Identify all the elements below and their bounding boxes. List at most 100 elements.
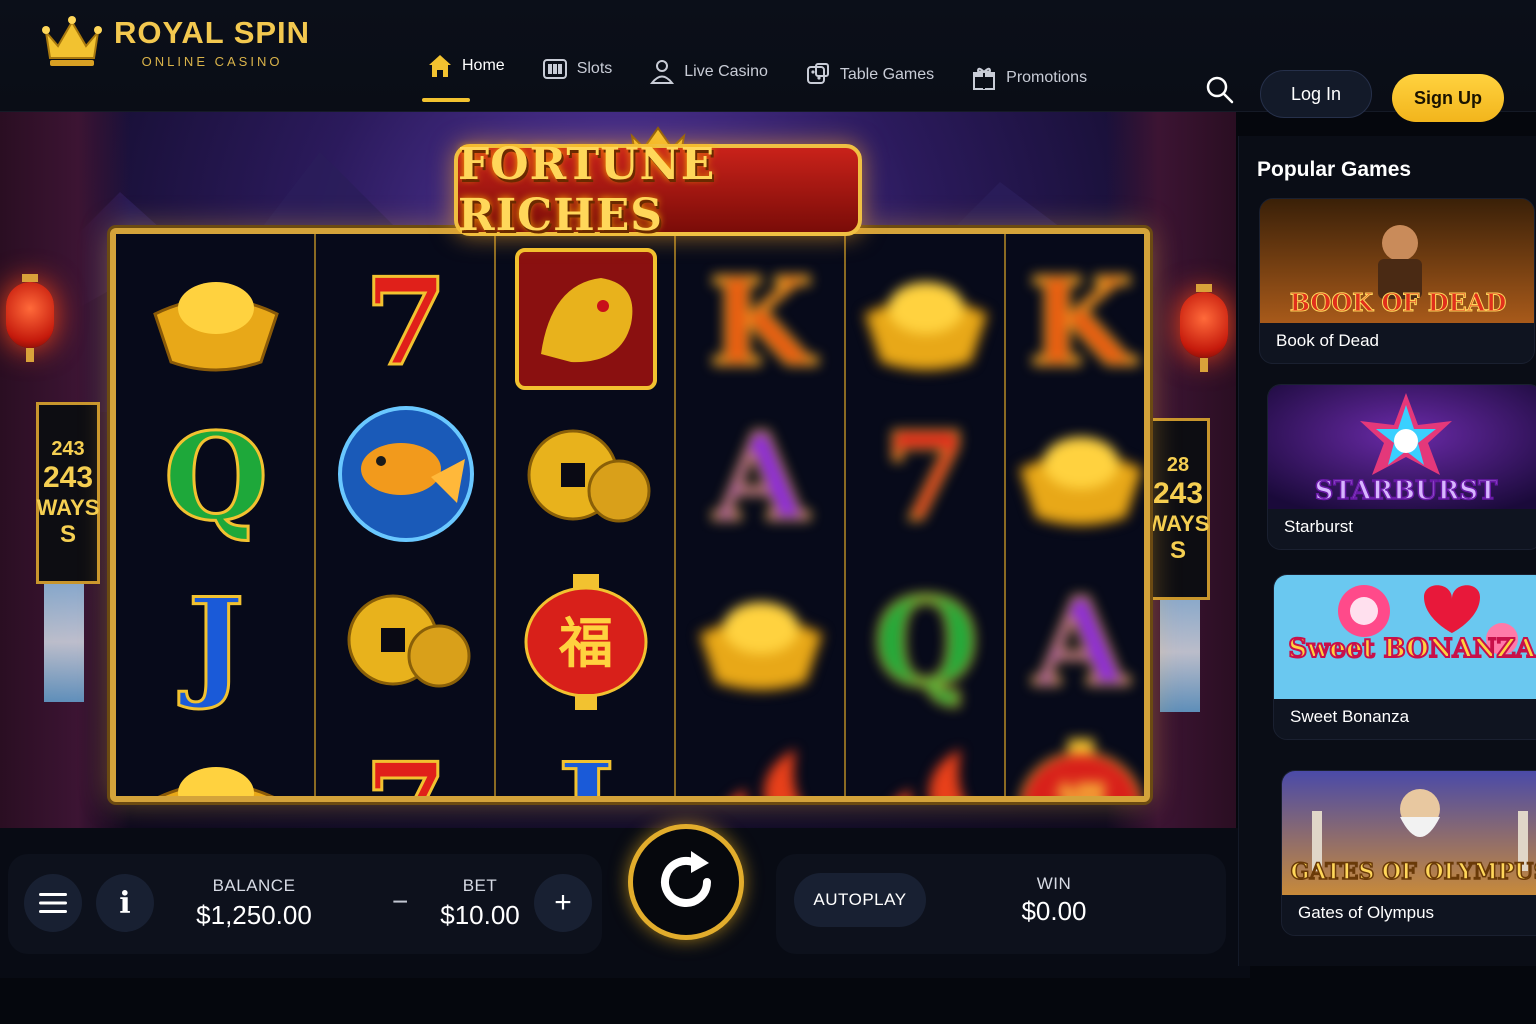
reel-symbol-lantern: 福 bbox=[511, 564, 661, 714]
balance-label: BALANCE bbox=[212, 876, 296, 895]
autoplay-button[interactable]: AUTOPLAY bbox=[794, 873, 926, 927]
top-navigation-bar: ROYAL SPIN ONLINE CASINO Home Slots Live… bbox=[0, 0, 1536, 122]
game-thumbnail: GATES OF OLYMPUS bbox=[1282, 771, 1536, 895]
ways-sign-right: 28 243 WAYS S bbox=[1146, 418, 1210, 600]
reel-1: QJ bbox=[116, 234, 316, 796]
reel-symbol-gold-ingot bbox=[1006, 399, 1144, 549]
gift-icon bbox=[973, 67, 996, 90]
reel-symbol-k: K bbox=[686, 244, 836, 395]
nav-item-label: Live Casino bbox=[684, 63, 768, 80]
reel-5: 7Q bbox=[846, 234, 1006, 796]
waterfall-decoration bbox=[44, 582, 84, 702]
svg-text:Sweet BONANZA: Sweet BONANZA bbox=[1288, 634, 1536, 664]
hamburger-icon bbox=[39, 893, 67, 913]
nav-item-label: Slots bbox=[576, 60, 613, 77]
reel-symbol-q: Q bbox=[141, 399, 291, 550]
lantern-decoration bbox=[1180, 284, 1228, 372]
balance-value: $1,250.00 bbox=[196, 900, 312, 930]
svg-text:K: K bbox=[709, 252, 817, 393]
spin-button[interactable] bbox=[628, 824, 744, 940]
bet-value: $10.00 bbox=[440, 900, 520, 930]
login-button[interactable]: Log In bbox=[1260, 70, 1372, 118]
reel-symbol-7: 7 bbox=[331, 244, 481, 395]
svg-text:J: J bbox=[549, 737, 615, 796]
svg-text:STARBURST: STARBURST bbox=[1315, 476, 1499, 506]
win-label: WIN bbox=[1036, 874, 1072, 893]
reel-symbol-coins bbox=[331, 564, 481, 714]
svg-text:A: A bbox=[1033, 572, 1129, 713]
game-title: FORTUNE RICHES bbox=[458, 139, 716, 241]
brand-logo[interactable]: ROYAL SPIN ONLINE CASINO bbox=[40, 14, 310, 70]
slot-game-area: 243 243 WAYS S 28 243 WAYS S QJ77福JKA7QK… bbox=[0, 112, 1236, 828]
reel-grid: QJ77福JKA7QKA福 bbox=[110, 228, 1150, 802]
game-thumbnail: BOOK OF DEAD bbox=[1260, 199, 1534, 323]
crown-icon bbox=[42, 16, 102, 66]
reel-symbol-j: J bbox=[141, 564, 291, 715]
reel-symbol-q: Q bbox=[851, 564, 1001, 715]
reel-symbol-gold-ingot bbox=[141, 244, 291, 394]
decrease-bet-button[interactable]: − bbox=[392, 886, 408, 918]
game-card-starburst[interactable]: STARBURST Starburst bbox=[1267, 384, 1536, 550]
reel-symbol-7: 7 bbox=[331, 729, 481, 797]
svg-text:BOOK OF DEAD: BOOK OF DEAD bbox=[1290, 288, 1507, 317]
dice-icon bbox=[806, 63, 829, 84]
waterfall-decoration bbox=[1160, 592, 1200, 712]
brand-subtitle: ONLINE CASINO bbox=[141, 53, 283, 69]
brand-title: ROYAL SPIN bbox=[114, 14, 311, 50]
nav-item-label: Promotions bbox=[1006, 69, 1088, 86]
reel-symbol-a: A bbox=[1006, 564, 1144, 715]
reel-symbol-7: 7 bbox=[851, 399, 1001, 550]
game-card-sweet-bonanza[interactable]: Sweet BONANZA Sweet Bonanza bbox=[1273, 574, 1536, 740]
slots-icon bbox=[542, 59, 567, 79]
increase-bet-button[interactable]: + bbox=[534, 874, 592, 932]
control-bar: i BALANCE $1,250.00 − BET $10.00 + WIN $… bbox=[0, 828, 1250, 978]
svg-text:福: 福 bbox=[558, 612, 613, 675]
reel-symbol-lantern: 福 bbox=[1006, 729, 1144, 796]
nav-item-live-casino[interactable]: Live Casino bbox=[648, 58, 768, 86]
reel-2: 77 bbox=[316, 234, 496, 796]
info-button[interactable]: i bbox=[96, 874, 154, 932]
nav-item-table-games[interactable]: Table Games bbox=[804, 61, 934, 89]
svg-text:Q: Q bbox=[164, 407, 269, 548]
reel-3: 福J bbox=[496, 234, 676, 796]
reel-symbol-dragon bbox=[511, 244, 661, 394]
game-thumbnail: STARBURST bbox=[1268, 385, 1536, 509]
info-icon: i bbox=[119, 885, 131, 921]
bet-panel: i BALANCE $1,250.00 − BET $10.00 + bbox=[8, 854, 602, 954]
game-card-title: Starburst bbox=[1284, 517, 1353, 536]
plus-icon: + bbox=[554, 886, 572, 919]
reel-symbol-gold-ingot bbox=[686, 564, 836, 714]
svg-text:GATES OF OLYMPUS: GATES OF OLYMPUS bbox=[1291, 859, 1536, 885]
ways-sign-left: 243 243 WAYS S bbox=[36, 402, 100, 584]
reel-6: K A 福 bbox=[1006, 234, 1144, 796]
svg-text:7: 7 bbox=[364, 252, 448, 393]
nav-item-home[interactable]: Home bbox=[422, 52, 505, 102]
nav-item-slots[interactable]: Slots bbox=[541, 55, 613, 83]
reel-symbol-gold-ingot bbox=[141, 729, 291, 796]
nav-item-label: Table Games bbox=[839, 66, 935, 83]
home-icon bbox=[429, 55, 451, 77]
game-card-book-of-dead[interactable]: BOOK OF DEAD Book of Dead bbox=[1259, 198, 1535, 364]
game-card-title: Gates of Olympus bbox=[1298, 903, 1435, 922]
nav-item-promotions[interactable]: Promotions bbox=[970, 64, 1087, 92]
svg-text:7: 7 bbox=[364, 737, 448, 796]
reel-symbol-coins bbox=[511, 399, 661, 549]
svg-text:7: 7 bbox=[884, 407, 968, 548]
svg-text:福: 福 bbox=[1053, 777, 1108, 796]
active-indicator bbox=[422, 98, 470, 102]
reel-symbol-fire bbox=[851, 729, 1001, 796]
game-title-banner: FORTUNE RICHES bbox=[454, 139, 862, 241]
bet-label: BET bbox=[462, 876, 498, 895]
reel-symbol-a: A bbox=[686, 399, 836, 550]
signup-button[interactable]: Sign Up bbox=[1392, 74, 1504, 122]
search-icon[interactable] bbox=[1204, 74, 1236, 106]
nav-item-label: Home bbox=[462, 57, 505, 74]
reel-symbol-fire bbox=[686, 729, 836, 796]
svg-text:J: J bbox=[179, 572, 245, 713]
win-value: $0.00 bbox=[1021, 896, 1087, 926]
sidebar-title: Popular Games bbox=[1257, 158, 1412, 181]
reel-4: KA bbox=[676, 234, 846, 796]
menu-button[interactable] bbox=[24, 874, 82, 932]
refresh-icon bbox=[661, 851, 711, 907]
game-card-gates-of-olympus[interactable]: GATES OF OLYMPUS Gates of Olympus bbox=[1281, 770, 1536, 936]
